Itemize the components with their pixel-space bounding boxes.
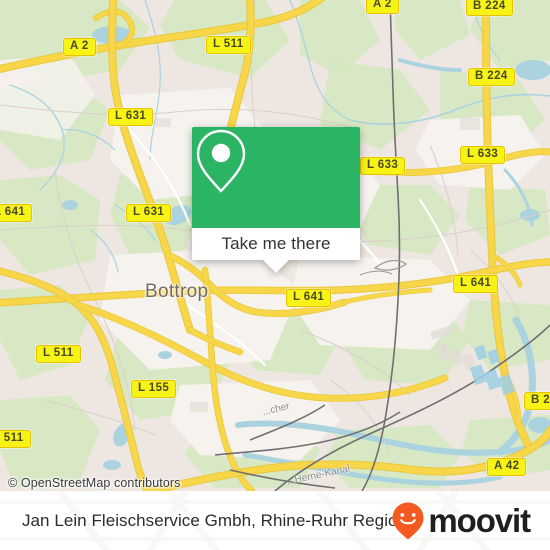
moovit-wordmark: moovit: [428, 502, 531, 539]
map-screenshot: .land{fill:#efe8e2} .green{fill:#d3e8c0;…: [0, 0, 550, 550]
place-title: Jan Lein Fleischservice Gmbh, Rhine-Ruhr…: [22, 510, 408, 530]
road-shield: L 631: [108, 108, 154, 126]
road-shield: B 224: [468, 68, 515, 86]
road-shield: A 42: [487, 458, 527, 476]
road-shield: A 2: [366, 0, 399, 14]
popup-tail: [263, 260, 289, 273]
road-shield: L 633: [460, 146, 506, 164]
popup-action-button[interactable]: Take me there: [192, 228, 360, 260]
road-shield: A 2: [63, 38, 96, 56]
popup-header: [192, 127, 360, 228]
map-popup[interactable]: Take me there: [192, 127, 360, 273]
road-shield: B 224: [466, 0, 513, 16]
popup-action-label: Take me there: [221, 234, 331, 253]
road-shield: L 511: [206, 36, 251, 54]
road-shield: L 631: [126, 204, 172, 222]
map-canvas[interactable]: .land{fill:#efe8e2} .green{fill:#d3e8c0;…: [0, 0, 550, 491]
road-shield: L 155: [131, 380, 177, 398]
road-shield: L 641: [453, 275, 499, 293]
moovit-logo[interactable]: moovit: [391, 491, 531, 550]
moovit-smiley-pin-icon: [392, 502, 424, 539]
road-shield: L 641: [286, 289, 332, 307]
road-shield: L 633: [360, 157, 406, 175]
road-shield: L 511: [36, 345, 81, 363]
road-shield: L 641: [0, 204, 33, 222]
road-shield: L 511: [0, 430, 31, 448]
footer-bar: Jan Lein Fleischservice Gmbh, Rhine-Ruhr…: [0, 491, 550, 550]
location-pin-icon: [196, 129, 246, 193]
place-label-bottrop: Bottrop: [145, 281, 209, 302]
road-shield: B 224: [524, 392, 550, 410]
osm-attribution[interactable]: © OpenStreetMap contributors: [8, 476, 181, 490]
